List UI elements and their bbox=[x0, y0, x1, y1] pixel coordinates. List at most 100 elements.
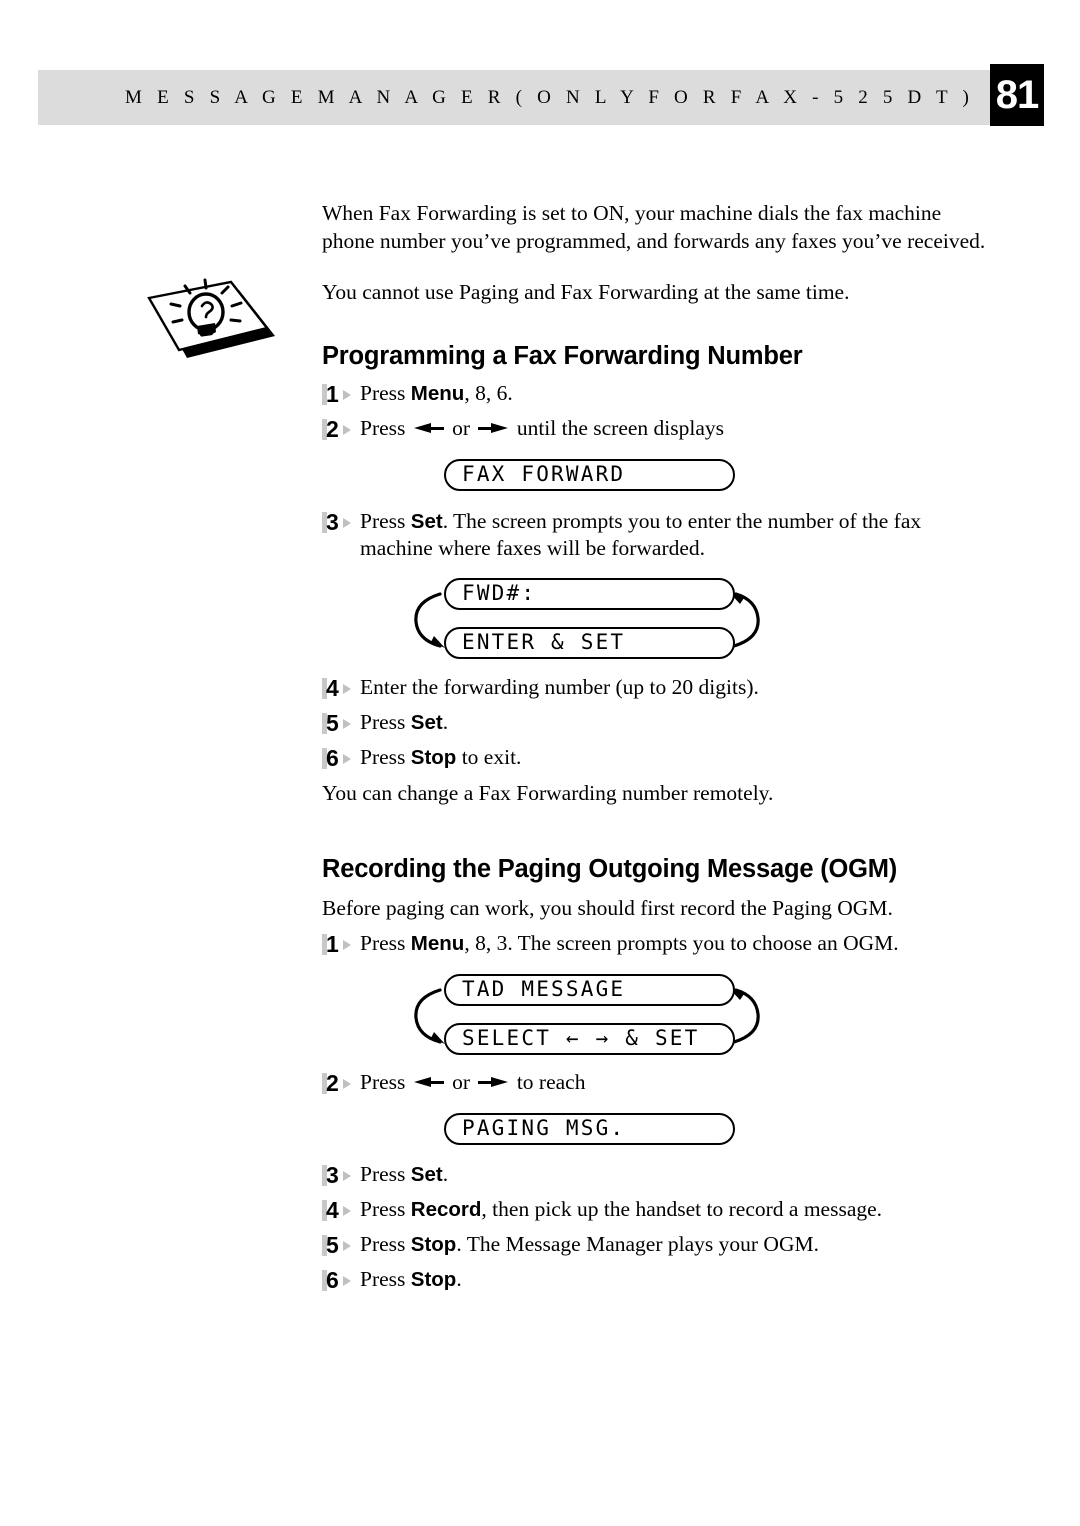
lcd-display-fax-forward: FAX FORWARD bbox=[444, 458, 735, 491]
lcd-text: FWD#: bbox=[462, 581, 537, 605]
step-text-post: . bbox=[442, 709, 449, 734]
step-text-pre: Press bbox=[360, 744, 411, 769]
step-text: Press Menu, 8, 6. bbox=[360, 380, 990, 408]
step-number-marker: 4 bbox=[322, 675, 360, 702]
step-number-marker: 3 bbox=[322, 509, 360, 536]
step-item: 3 Press Set. The screen prompts you to e… bbox=[322, 508, 990, 563]
lcd-text: TAD MESSAGE bbox=[462, 977, 626, 1001]
right-triangle-arrow-icon bbox=[478, 1076, 509, 1088]
step-text-post: , 8, 6. bbox=[464, 380, 513, 405]
step-text-pre: Press bbox=[360, 380, 411, 405]
step-item: 6 Press Stop. bbox=[322, 1266, 990, 1294]
step-text-pre: Press bbox=[360, 508, 411, 533]
step-item: 4 Press Record, then pick up the handset… bbox=[322, 1196, 990, 1224]
step-text: Press Stop. bbox=[360, 1266, 990, 1294]
step-text-pre: Press bbox=[360, 1231, 411, 1256]
key-name: Stop bbox=[410, 1232, 457, 1256]
step-text: Press Stop. The Message Manager plays yo… bbox=[360, 1231, 990, 1259]
step-text-mid: or bbox=[446, 415, 476, 440]
lcd-text: FAX FORWARD bbox=[462, 462, 626, 486]
step-text-post: . bbox=[456, 1266, 462, 1291]
step-number-marker: 3 bbox=[322, 1162, 360, 1189]
key-name: Set bbox=[410, 710, 443, 734]
intro-paragraph-1: When Fax Forwarding is set to ON, your m… bbox=[322, 201, 986, 253]
step-number-marker: 6 bbox=[322, 1267, 360, 1294]
step-number-marker: 2 bbox=[322, 1070, 360, 1097]
left-triangle-arrow-icon bbox=[413, 422, 444, 434]
step-text-post: , 8, 3. The screen prompts you to choose… bbox=[464, 930, 899, 955]
step-number-marker: 6 bbox=[322, 745, 360, 772]
key-name: Menu bbox=[410, 931, 465, 955]
step-number-marker: 5 bbox=[322, 1232, 360, 1259]
lcd-display-tad-message: TAD MESSAGE bbox=[444, 973, 735, 1006]
lcd-text: ENTER & SET bbox=[462, 630, 626, 654]
section-heading-fax-forwarding: Programming a Fax Forwarding Number bbox=[322, 341, 803, 370]
fax-forwarding-closing-note: You can change a Fax Forwarding number r… bbox=[322, 780, 774, 805]
paging-ogm-intro: Before paging can work, you should first… bbox=[322, 896, 893, 920]
step-text: Press Stop to exit. bbox=[360, 744, 990, 772]
step-item: 6 Press Stop to exit. bbox=[322, 744, 990, 772]
left-triangle-arrow-icon bbox=[413, 1076, 444, 1088]
section-heading-paging-ogm: Recording the Paging Outgoing Message (O… bbox=[322, 855, 898, 883]
step-text-pre: Press bbox=[360, 1069, 411, 1094]
lcd-display-fwd-number: FWD#: bbox=[444, 577, 735, 610]
key-name: Record bbox=[410, 1197, 482, 1221]
step-item: 2 Press or to reach bbox=[322, 1069, 990, 1097]
step-number-marker: 1 bbox=[322, 931, 360, 958]
step-text-post: until the screen displays bbox=[511, 415, 725, 440]
step-text-post: to exit. bbox=[456, 744, 522, 769]
step-text-post: . The screen prompts you to enter the nu… bbox=[360, 508, 922, 561]
running-header-title: M E S S A G E M A N A G E R ( O N L Y F … bbox=[125, 86, 974, 108]
lcd-text: SELECT ← → & SET bbox=[462, 1026, 700, 1050]
running-header-band: M E S S A G E M A N A G E R ( O N L Y F … bbox=[38, 70, 990, 125]
step-text-pre: Press bbox=[360, 415, 411, 440]
step-item: 3 Press Set. bbox=[322, 1161, 990, 1189]
lightbulb-note-icon bbox=[143, 272, 283, 372]
right-triangle-arrow-icon bbox=[478, 422, 509, 434]
step-item: 1 Press Menu, 8, 3. The screen prompts y… bbox=[322, 930, 990, 958]
step-text-post: . bbox=[442, 1161, 449, 1186]
step-text: Press or to reach bbox=[360, 1069, 990, 1097]
step-number-marker: 1 bbox=[322, 381, 360, 408]
step-item: 4 Enter the forwarding number (up to 20 … bbox=[322, 674, 990, 702]
step-text-pre: Press bbox=[360, 1196, 411, 1221]
step-item: 1 Press Menu, 8, 6. bbox=[322, 380, 990, 408]
lcd-display-group: FAX FORWARD bbox=[322, 458, 990, 491]
step-number-marker: 5 bbox=[322, 710, 360, 737]
step-text: Press Set. The screen prompts you to ent… bbox=[360, 508, 990, 563]
step-text-post: , then pick up the handset to record a m… bbox=[481, 1196, 883, 1221]
key-name: Set bbox=[410, 509, 443, 533]
step-text-pre: Press bbox=[360, 1266, 411, 1291]
step-number-marker: 4 bbox=[322, 1197, 360, 1224]
step-text-pre: Press bbox=[360, 930, 411, 955]
page-content: When Fax Forwarding is set to ON, your m… bbox=[322, 200, 990, 1294]
step-item: 5 Press Set. bbox=[322, 709, 990, 737]
step-text: Press Set. bbox=[360, 1161, 990, 1189]
step-text-pre: Press bbox=[360, 1161, 411, 1186]
lcd-display-cycle-group: FWD#: ENTER & SET bbox=[322, 577, 990, 659]
key-name: Stop bbox=[410, 745, 457, 769]
step-text: Press Record, then pick up the handset t… bbox=[360, 1196, 990, 1224]
step-item: 5 Press Stop. The Message Manager plays … bbox=[322, 1231, 990, 1259]
lcd-display-group: PAGING MSG. bbox=[322, 1112, 990, 1145]
lcd-display-enter-and-set: ENTER & SET bbox=[444, 626, 735, 659]
step-text-mid: or bbox=[446, 1069, 476, 1094]
step-number-marker: 2 bbox=[322, 416, 360, 443]
key-name: Stop bbox=[410, 1267, 457, 1291]
lcd-display-paging-msg: PAGING MSG. bbox=[444, 1112, 735, 1145]
key-name: Menu bbox=[410, 381, 465, 405]
step-text-pre: Press bbox=[360, 709, 411, 734]
step-text: Press Menu, 8, 3. The screen prompts you… bbox=[360, 930, 990, 958]
step-text: Enter the forwarding number (up to 20 di… bbox=[360, 674, 759, 699]
lcd-text: PAGING MSG. bbox=[462, 1116, 626, 1140]
step-text-post: to reach bbox=[511, 1069, 586, 1094]
page-number-badge: 81 bbox=[990, 64, 1044, 126]
step-item: 2 Press or until the screen displays bbox=[322, 415, 990, 443]
lcd-display-select-and-set: SELECT ← → & SET bbox=[444, 1022, 735, 1055]
step-text-post: . The Message Manager plays your OGM. bbox=[456, 1231, 819, 1256]
step-text: Press or until the screen displays bbox=[360, 415, 990, 443]
step-text: Press Set. bbox=[360, 709, 990, 737]
key-name: Set bbox=[410, 1162, 443, 1186]
lcd-display-cycle-group: TAD MESSAGE SELECT ← → & SET bbox=[322, 973, 990, 1055]
intro-paragraph-2: You cannot use Paging and Fax Forwarding… bbox=[322, 280, 850, 304]
